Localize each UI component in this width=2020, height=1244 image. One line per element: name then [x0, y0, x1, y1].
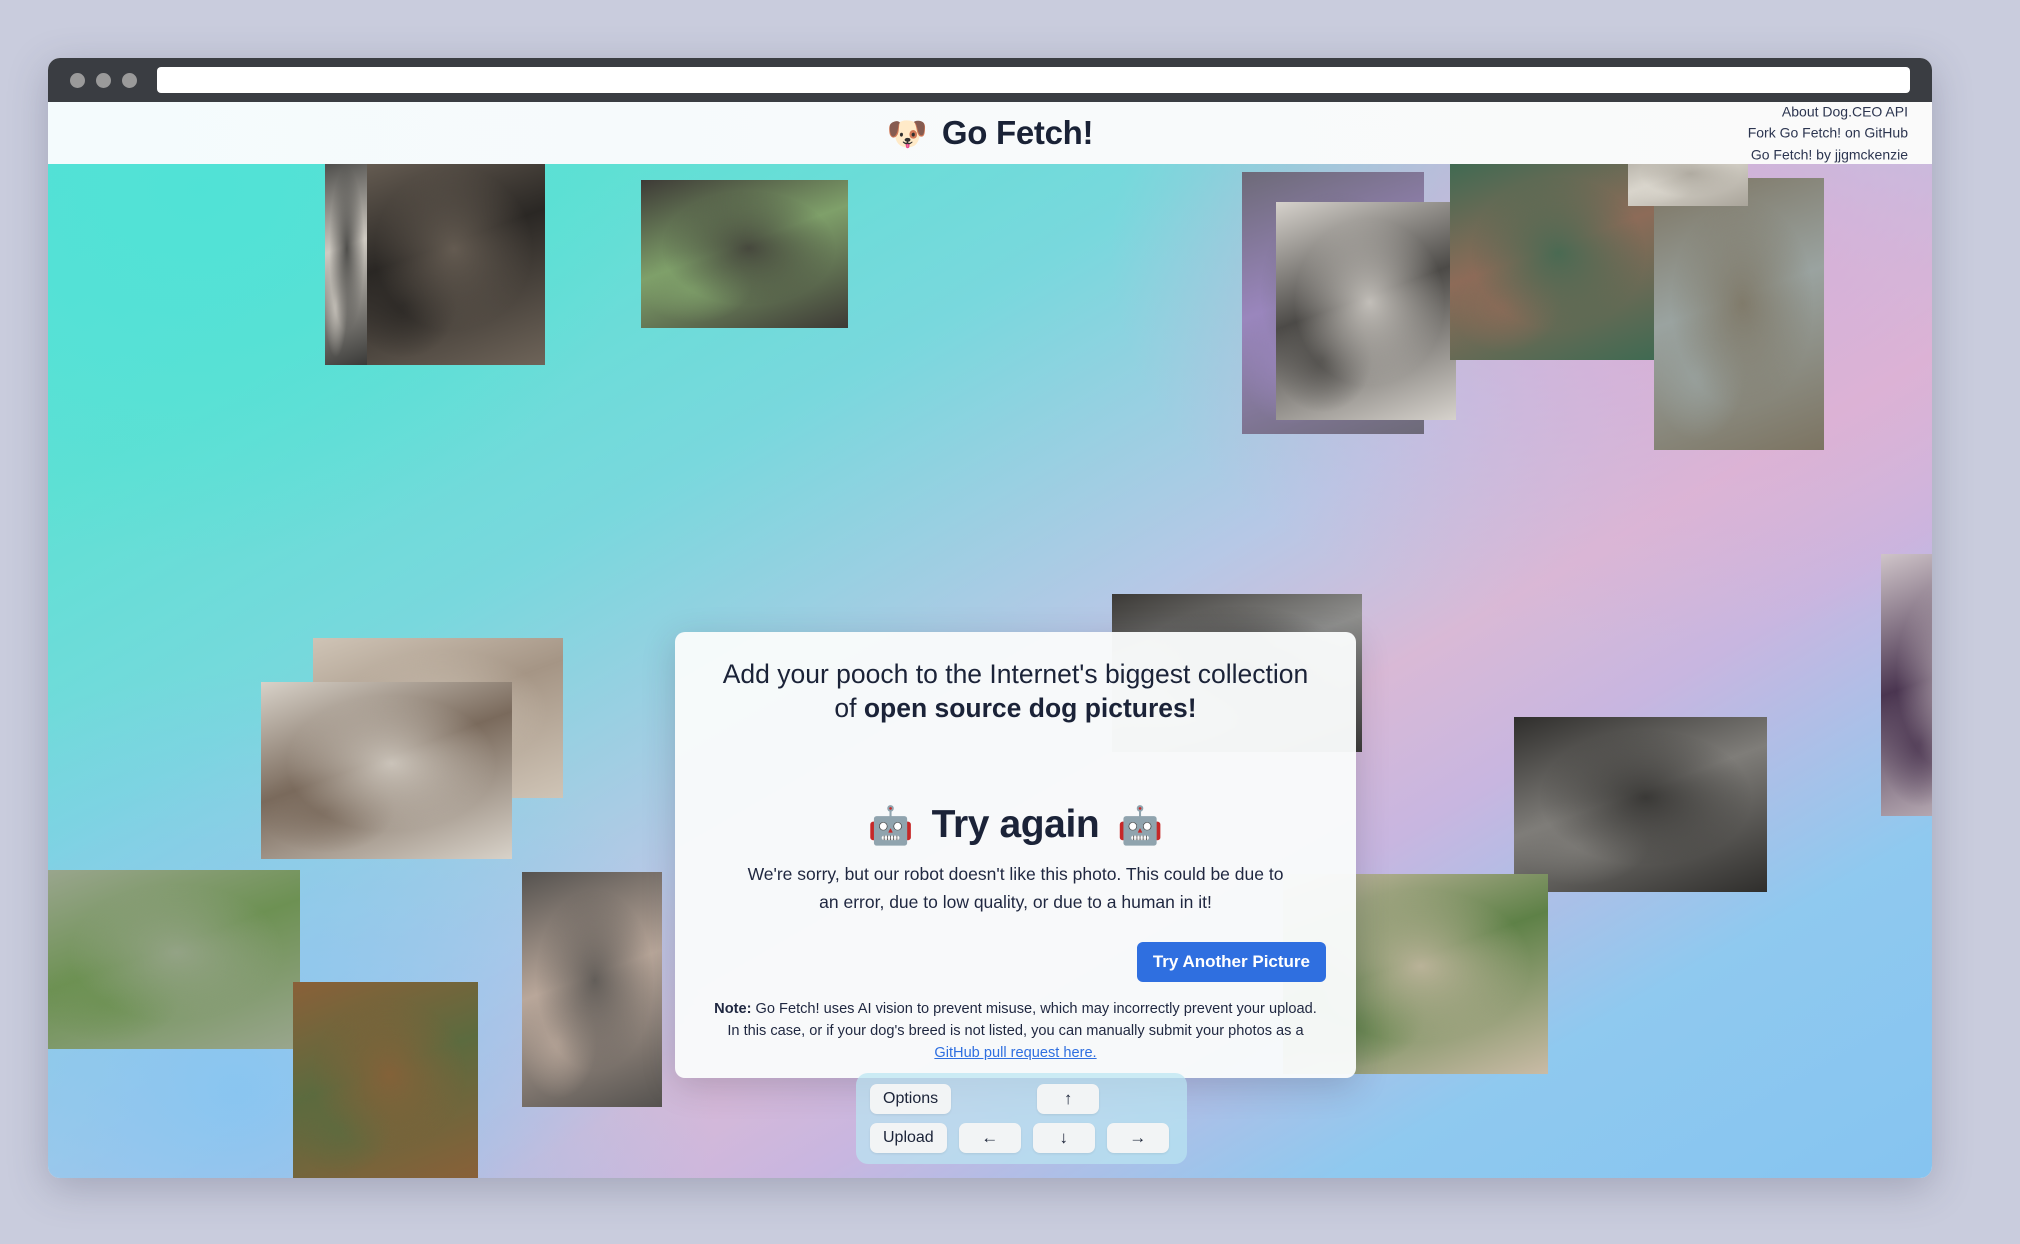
- photo-texture: [1654, 178, 1824, 450]
- minimize-window-dot[interactable]: [96, 72, 111, 88]
- browser-chrome-bar: [48, 58, 1932, 102]
- arrow-left-button[interactable]: ←: [958, 1123, 1021, 1153]
- status-badge: Try again: [931, 803, 1100, 847]
- link-fork-on-github[interactable]: Fork Go Fetch! on GitHub: [1748, 123, 1908, 143]
- dog-photo-border-collie-ball: [1514, 717, 1767, 892]
- link-author-credit[interactable]: Go Fetch! by jjgmckenzie: [1748, 144, 1908, 164]
- control-panel: Options ↑ Upload ← ↓ →: [856, 1073, 1188, 1164]
- modal-headline-bold: open source dog pictures!: [863, 692, 1197, 723]
- dog-icon: 🐶: [886, 114, 928, 152]
- address-bar[interactable]: [157, 67, 1910, 93]
- photo-texture: [48, 870, 300, 1049]
- photo-texture: [1276, 202, 1456, 420]
- note-prefix: Note:: [714, 1000, 752, 1017]
- photo-texture: [1514, 717, 1767, 892]
- note-text: Go Fetch! uses AI vision to prevent misu…: [727, 1000, 1317, 1040]
- control-row-bottom: Upload ← ↓ →: [870, 1123, 1173, 1153]
- photo-texture: [522, 872, 662, 1107]
- arrow-up-button[interactable]: ↑: [1037, 1084, 1100, 1114]
- page-viewport: 🐶 Go Fetch! About Dog.CEO API Fork Go Fe…: [48, 102, 1932, 1178]
- photo-texture: [261, 682, 512, 859]
- brand-logo[interactable]: 🐶 Go Fetch!: [886, 114, 1094, 152]
- photo-texture: [1881, 554, 1932, 816]
- modal-message: We're sorry, but our robot doesn't like …: [747, 864, 1284, 912]
- window-controls: [70, 72, 137, 88]
- github-pull-request-link[interactable]: GitHub pull request here.: [934, 1045, 1096, 1061]
- try-another-picture-button[interactable]: Try Another Picture: [1136, 941, 1326, 982]
- modal-headline: Add your pooch to the Internet's biggest…: [705, 658, 1326, 725]
- options-button[interactable]: Options: [870, 1084, 952, 1114]
- photo-texture: [1450, 162, 1658, 360]
- dog-photo-border-collie-rock: [522, 872, 662, 1107]
- control-row-top: Options ↑: [870, 1084, 1173, 1114]
- dog-photo-corgi-office-rug: [261, 682, 512, 859]
- modal-action-row: Try Another Picture: [705, 941, 1326, 982]
- dog-photo-tricolor-dog-field: [641, 180, 848, 328]
- dog-photo-husky-bench-patio: [1450, 162, 1658, 360]
- photo-texture: [293, 982, 478, 1178]
- dog-photo-aussie-puppy-lawn: [48, 870, 300, 1049]
- link-about-dogceo-api[interactable]: About Dog.CEO API: [1748, 102, 1908, 122]
- control-spacer-right: [1111, 1084, 1173, 1114]
- dog-photo-golden-dog-tree: [293, 982, 478, 1178]
- upload-result-modal: Add your pooch to the Internet's biggest…: [675, 632, 1356, 1079]
- header-links: About Dog.CEO API Fork Go Fetch! on GitH…: [1748, 102, 1908, 164]
- modal-note: Note: Go Fetch! uses AI vision to preven…: [705, 998, 1326, 1079]
- arrow-down-button[interactable]: ↓: [1032, 1123, 1095, 1153]
- browser-window: 🐶 Go Fetch! About Dog.CEO API Fork Go Fe…: [48, 58, 1932, 1178]
- photo-texture: [325, 150, 367, 365]
- robot-icon-right: 🤖: [1117, 804, 1164, 846]
- dog-photo-dog-shoreline-rocks: [1654, 178, 1824, 450]
- dog-photo-borzoi-purple-light: [1881, 554, 1932, 816]
- arrow-right-button[interactable]: →: [1106, 1123, 1169, 1153]
- dog-photo-husky-white-door: [325, 150, 367, 365]
- status-heading-row: 🤖 Try again 🤖: [705, 803, 1326, 847]
- control-spacer: [963, 1084, 1025, 1114]
- robot-icon-left: 🤖: [867, 804, 914, 846]
- dog-photo-husky-head-pet: [355, 150, 545, 365]
- close-window-dot[interactable]: [70, 72, 85, 88]
- maximize-window-dot[interactable]: [122, 72, 137, 88]
- site-header: 🐶 Go Fetch! About Dog.CEO API Fork Go Fe…: [48, 102, 1932, 164]
- upload-button[interactable]: Upload: [870, 1123, 947, 1153]
- dog-photo-husky-sitting-tag: [1276, 202, 1456, 420]
- page-title: Go Fetch!: [941, 114, 1094, 151]
- photo-texture: [641, 180, 848, 328]
- photo-texture: [355, 150, 545, 365]
